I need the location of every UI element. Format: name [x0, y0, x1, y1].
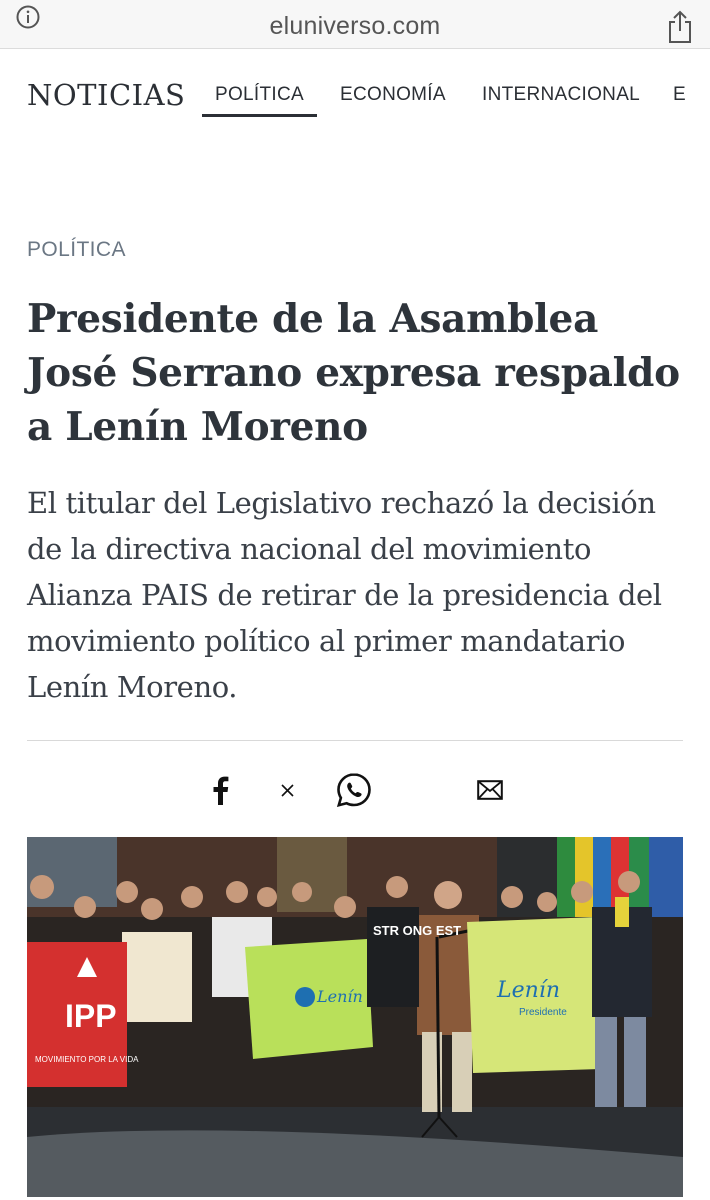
tab-truncated[interactable]: E [673, 84, 686, 106]
banner-ipp-text: IPP [65, 998, 117, 1034]
whatsapp-icon [336, 773, 371, 808]
site-brand[interactable]: NOTICIAS [27, 78, 185, 112]
email-icon [477, 780, 503, 800]
share-icon[interactable] [666, 10, 694, 44]
section-nav: NOTICIAS POLÍTICA ECONOMÍA INTERNACIONAL… [0, 48, 710, 138]
x-icon [280, 783, 294, 797]
url-text[interactable]: eluniverso.com [0, 12, 710, 41]
tab-politica[interactable]: POLÍTICA [202, 84, 317, 117]
email-share-button[interactable] [474, 765, 506, 815]
press-conference-image: IPP MOVIMIENTO POR LA VIDA Lenín STR ONG… [27, 837, 683, 1197]
x-share-button[interactable] [272, 765, 302, 815]
divider [27, 740, 683, 741]
section-kicker[interactable]: POLÍTICA [27, 238, 126, 262]
article-summary: El titular del Legislativo rechazó la de… [27, 486, 662, 704]
whatsapp-share-button[interactable] [333, 765, 375, 815]
tab-internacional[interactable]: INTERNACIONAL [482, 84, 640, 106]
banner-presidente: Presidente [519, 1007, 567, 1018]
share-bar [0, 765, 710, 815]
article-photo[interactable]: IPP MOVIMIENTO POR LA VIDA Lenín STR ONG… [27, 837, 683, 1197]
facebook-share-button[interactable] [200, 765, 240, 815]
browser-url-bar: eluniverso.com [0, 0, 710, 49]
facebook-icon [213, 776, 229, 805]
banner-lenin-center: Lenín [316, 987, 363, 1006]
shirt-text: STR ONG EST [373, 923, 461, 938]
article-headline: Presidente de la Asamblea José Serrano e… [27, 296, 680, 450]
tab-economia[interactable]: ECONOMÍA [340, 84, 446, 106]
banner-lenin-right: Lenín [496, 978, 560, 1003]
banner-ipp-sub: MOVIMIENTO POR LA VIDA [35, 1055, 139, 1064]
